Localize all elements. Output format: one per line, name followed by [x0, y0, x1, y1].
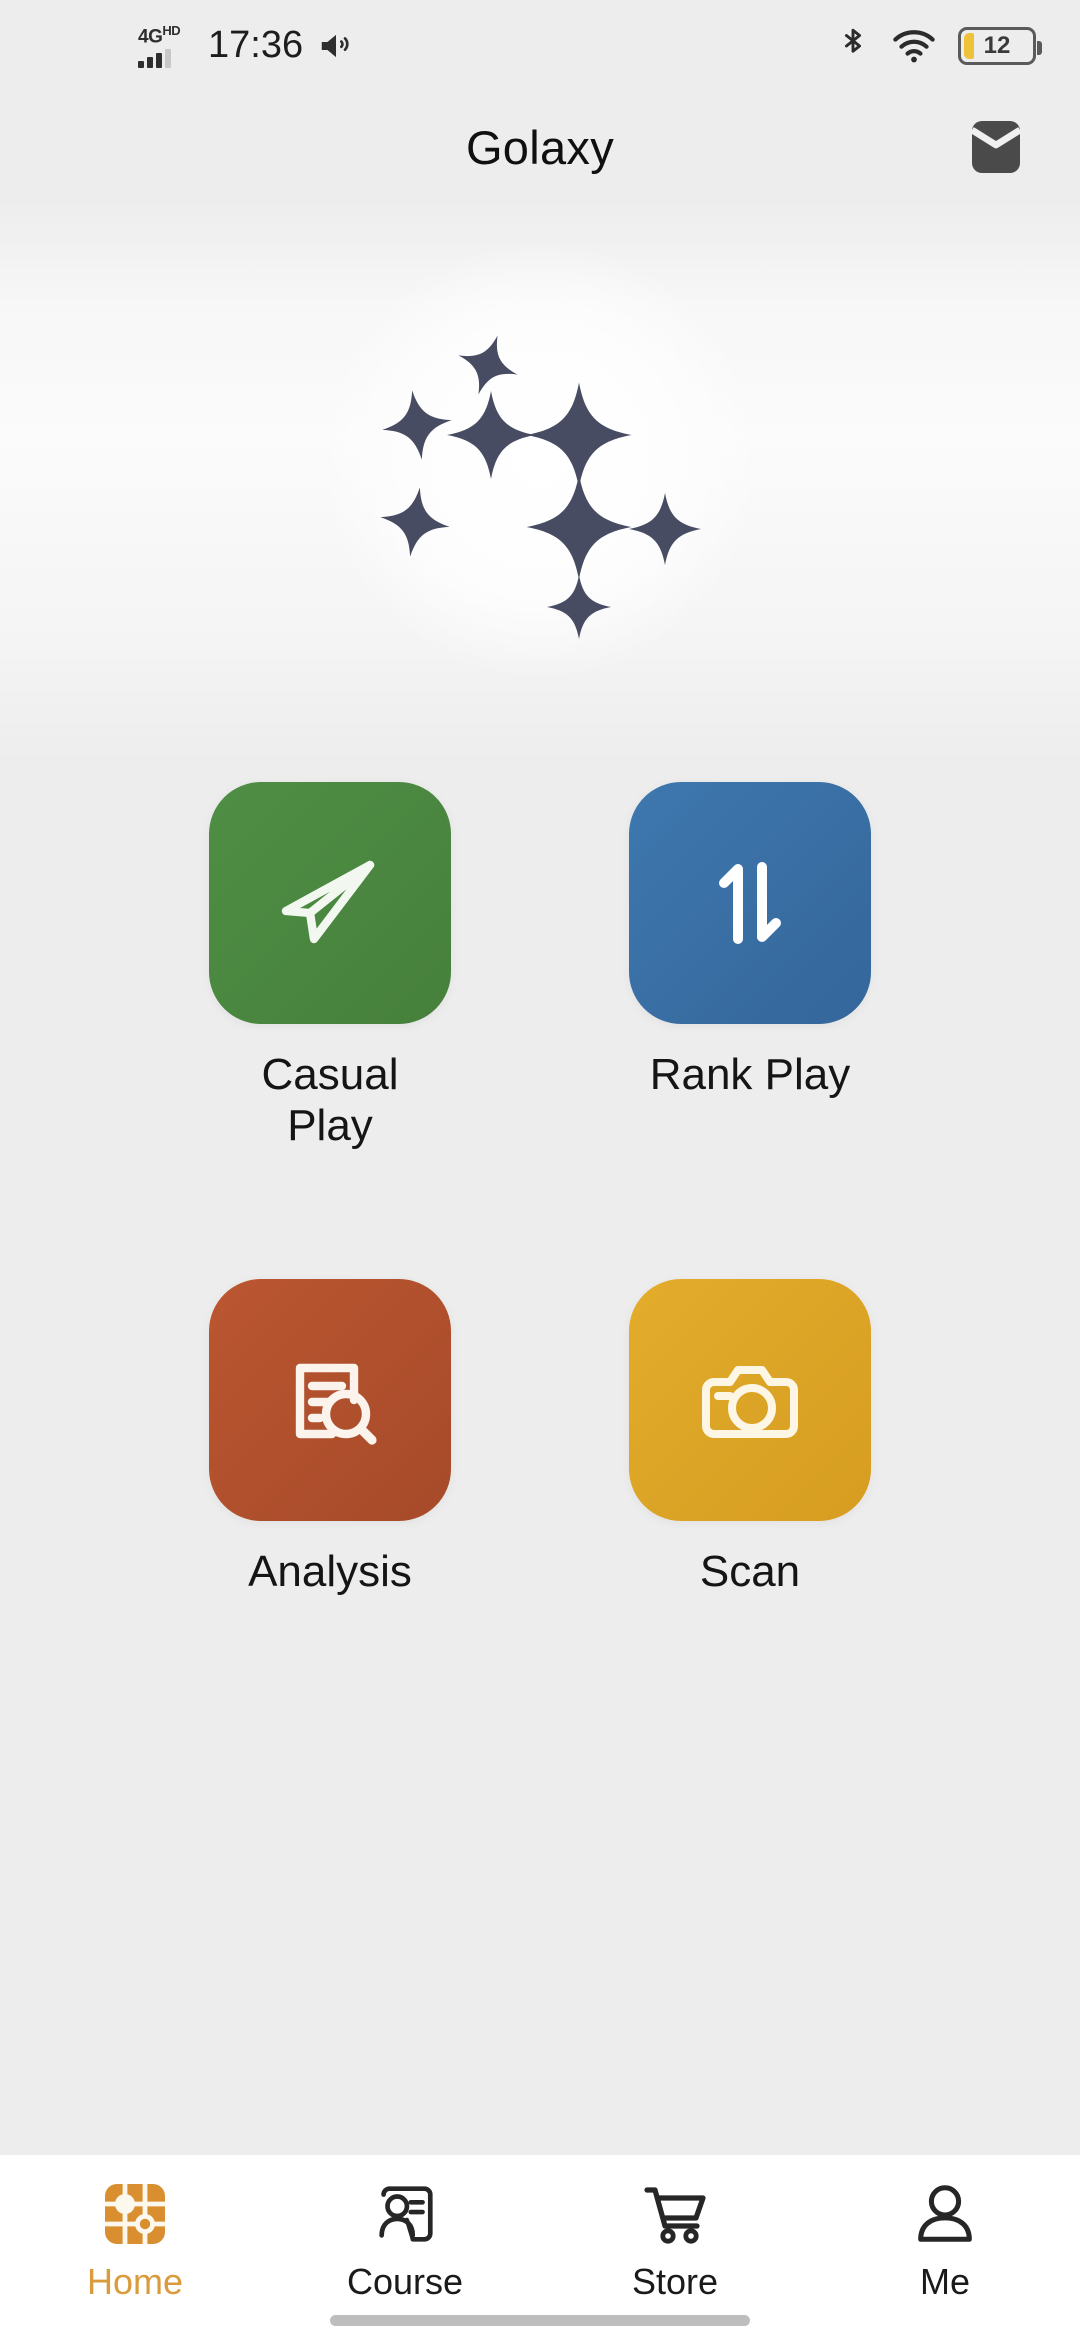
cellular-signal-indicator: 4GHD: [138, 22, 194, 69]
bottom-navigation-bar: Home Course Store Me: [0, 2155, 1080, 2340]
status-bar-clock: 17:36: [208, 24, 304, 67]
wifi-icon: [892, 29, 936, 63]
bluetooth-icon: [836, 25, 870, 67]
nav-item-home[interactable]: Home: [0, 2177, 270, 2303]
home-gesture-indicator[interactable]: [330, 2315, 750, 2326]
battery-fill: [964, 33, 974, 59]
tile-scan[interactable]: Scan: [540, 1279, 960, 1598]
tile-label: Scan: [699, 1547, 801, 1597]
page-title: Golaxy: [465, 120, 615, 174]
tile-label: Casual Play: [261, 1050, 399, 1150]
document-search-icon: [295, 1363, 377, 1445]
nav-label: Home: [86, 2261, 184, 2302]
scan-tile-icon[interactable]: [629, 1279, 871, 1522]
camera-icon: [702, 1366, 798, 1439]
tile-label: Rank Play: [649, 1050, 851, 1099]
paper-plane-icon: [281, 860, 375, 944]
shopping-cart-icon: [639, 2177, 711, 2251]
phone-screen: 4GHD 17:36 12 Golaxy Casual Play Rank Pl…: [0, 0, 1080, 2340]
tile-rank-play[interactable]: Rank Play: [540, 782, 960, 1151]
tile-casual-play[interactable]: Casual Play: [120, 782, 540, 1151]
hero-banner: [0, 202, 1080, 762]
tile-label: Analysis: [248, 1547, 412, 1597]
mail-envelope-icon[interactable]: [960, 111, 1032, 183]
battery-indicator: 12: [958, 27, 1042, 65]
network-type-label: 4GHD: [138, 22, 181, 48]
sparkle-constellation-logo: [375, 317, 705, 647]
battery-percent-label: 12: [983, 32, 1011, 59]
volume-mute-icon: [317, 27, 355, 65]
network-type-text: 4G: [138, 26, 163, 48]
id-card-person-icon: [370, 2177, 440, 2251]
nav-label: Course: [346, 2261, 464, 2302]
status-bar-right: 12: [836, 25, 1042, 67]
nav-label: Store: [631, 2261, 719, 2302]
status-bar-left: 4GHD 17:36: [0, 22, 355, 69]
go-board-grid-icon: [99, 2177, 171, 2251]
rank-play-tile-icon[interactable]: [629, 782, 871, 1024]
status-bar: 4GHD 17:36 12: [0, 0, 1080, 92]
network-suffix-text: HD: [162, 22, 181, 38]
rank-updown-arrows-icon: [719, 862, 781, 944]
analysis-tile-icon[interactable]: [209, 1279, 451, 1522]
feature-grid: Casual Play Rank Play Analysis Scan: [0, 762, 1080, 2155]
signal-bars-icon: [138, 48, 171, 69]
app-header: Golaxy: [0, 92, 1080, 202]
nav-item-me[interactable]: Me: [810, 2177, 1080, 2303]
nav-label: Me: [919, 2261, 970, 2302]
nav-item-store[interactable]: Store: [540, 2177, 810, 2303]
nav-item-course[interactable]: Course: [270, 2177, 540, 2303]
casual-play-tile-icon[interactable]: [209, 782, 451, 1024]
tile-analysis[interactable]: Analysis: [120, 1279, 540, 1598]
user-person-icon: [910, 2177, 980, 2251]
